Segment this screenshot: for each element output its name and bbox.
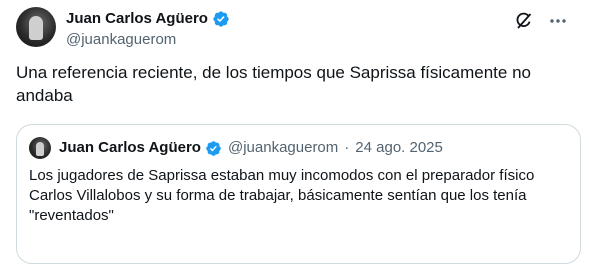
quoted-tweet-text: Los jugadores de Saprissa estaban muy in…: [29, 167, 535, 224]
quoted-tweet-card[interactable]: Juan Carlos Agüero @juankaguerom · 24 ag…: [16, 124, 581, 264]
quoted-tweet-header: Juan Carlos Agüero @juankaguerom · 24 ag…: [59, 138, 443, 158]
author-display-name[interactable]: Juan Carlos Agüero: [66, 9, 208, 29]
quoted-author-avatar[interactable]: [29, 137, 51, 159]
verified-badge-icon: [213, 11, 229, 27]
quoted-tweet-date[interactable]: 24 ago. 2025: [355, 138, 443, 158]
author-handle[interactable]: @juankaguerom: [66, 30, 230, 50]
author-block: Juan Carlos Agüero @juankaguerom: [66, 9, 230, 50]
more-options-button[interactable]: [547, 10, 569, 32]
meta-separator: ·: [344, 139, 350, 156]
tweet-text: Una referencia reciente, de los tiempos …: [16, 63, 531, 105]
grok-icon: [516, 12, 532, 29]
author-avatar[interactable]: [16, 7, 56, 47]
grok-button[interactable]: [513, 10, 535, 32]
quoted-author-display-name[interactable]: Juan Carlos Agüero: [59, 138, 201, 158]
tweet-actions: [513, 10, 569, 32]
more-options-icon: [550, 19, 566, 23]
quoted-author-handle[interactable]: @juankaguerom: [228, 138, 338, 158]
verified-badge-icon: [206, 140, 221, 156]
